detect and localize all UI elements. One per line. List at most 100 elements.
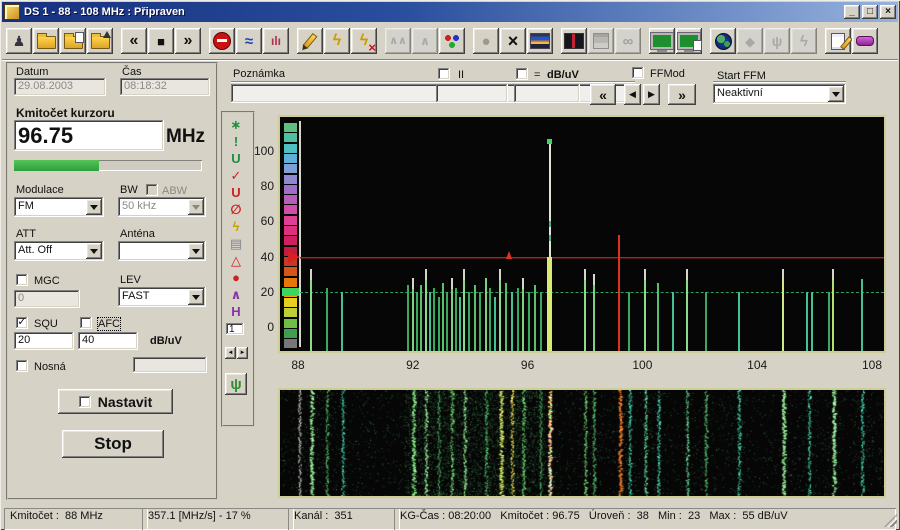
chevron-down-icon[interactable]: [86, 199, 102, 215]
line-chart-button[interactable]: ≈: [236, 28, 262, 54]
waterfall-plot[interactable]: [278, 388, 886, 498]
monitor-button[interactable]: [649, 28, 675, 54]
delete-x-button[interactable]: ×: [500, 28, 526, 54]
mute-blob-button[interactable]: ●: [473, 28, 499, 54]
green-exclamation-icon[interactable]: !: [227, 134, 245, 149]
status-frequency: Kmitočet : 88 MHz: [4, 508, 148, 530]
doc-edit-button[interactable]: [825, 28, 851, 54]
chevron-down-icon[interactable]: [828, 86, 844, 102]
floppy-icon: [593, 33, 609, 49]
stop-square-button[interactable]: ■: [148, 28, 174, 54]
rgb-dots-button[interactable]: [439, 28, 465, 54]
forward-button[interactable]: ▶: [643, 84, 660, 105]
mgc-checkbox[interactable]: [16, 274, 28, 286]
minimize-button[interactable]: _: [844, 5, 860, 19]
globe-button[interactable]: [710, 28, 736, 54]
dbuv-checkbox[interactable]: [516, 68, 528, 80]
red-u-icon[interactable]: U: [227, 185, 245, 200]
nastavit-button[interactable]: Nastavit: [58, 389, 173, 414]
spin-left-button[interactable]: ◄: [225, 347, 236, 359]
stop-sign-button[interactable]: [209, 28, 235, 54]
cursor-freq-label: Kmitočet kurzoru: [16, 106, 115, 120]
x-tick-label: 108: [861, 358, 883, 372]
squ-value[interactable]: 20: [14, 332, 74, 350]
database-icon[interactable]: ▤: [227, 236, 245, 251]
diamond-button[interactable]: ◆: [737, 28, 763, 54]
export-folder-icon: [90, 31, 111, 49]
colorbar-cell: [284, 339, 297, 349]
modulace-combo[interactable]: FM: [14, 197, 104, 217]
y-tick-label: 20: [260, 285, 274, 299]
monitor-doc-button[interactable]: [676, 28, 702, 54]
lev-combo[interactable]: FAST: [118, 287, 206, 307]
binoculars-button[interactable]: ∞: [615, 28, 641, 54]
chevron-down-icon[interactable]: [188, 243, 204, 259]
ii-checkbox[interactable]: [438, 68, 450, 80]
peaks-icon: ∧∧: [389, 34, 407, 47]
stop-button[interactable]: Stop: [62, 430, 164, 458]
antenna-button[interactable]: ψ: [764, 28, 790, 54]
flash-on-button[interactable]: ϟ: [324, 28, 350, 54]
bw-label: BW: [120, 184, 138, 196]
antena-combo[interactable]: [118, 241, 206, 261]
save-folder-button[interactable]: [60, 28, 86, 54]
antenna-plant-button[interactable]: ψ: [225, 373, 247, 395]
datum-label: Datum: [16, 66, 49, 78]
fast-forward-button[interactable]: »: [668, 84, 696, 105]
chevron-down-icon[interactable]: [188, 289, 204, 305]
peak-button[interactable]: ∧: [412, 28, 438, 54]
yellow-flash-icon[interactable]: ϟ: [227, 219, 245, 234]
purple-pill-icon: [856, 36, 874, 46]
equalizer-button[interactable]: ılı: [263, 28, 289, 54]
flash2-icon: ϟ: [800, 32, 808, 50]
spectrum-spike: [479, 292, 482, 351]
colorbar-cell: [284, 226, 297, 235]
waterfall-view2-button[interactable]: [561, 28, 587, 54]
squ-checkbox[interactable]: ✓: [16, 317, 28, 329]
green-u-icon[interactable]: U: [227, 151, 245, 166]
peaks-button[interactable]: ∧∧: [385, 28, 411, 54]
spider-icon[interactable]: ∗: [227, 117, 245, 132]
waterfall-view-button[interactable]: [527, 28, 553, 54]
cursor-freq-value[interactable]: 96.75: [14, 120, 164, 151]
chevron-down-icon[interactable]: [86, 243, 102, 259]
flash-off-button[interactable]: ϟ ×: [351, 28, 377, 54]
floppy-button[interactable]: [588, 28, 614, 54]
att-combo[interactable]: Att. Off: [14, 241, 104, 261]
spectrum-spike: [484, 278, 487, 351]
nastavit-checkbox[interactable]: [78, 395, 91, 408]
afc-value[interactable]: 40: [78, 332, 138, 350]
spectrum-plot[interactable]: [278, 115, 886, 353]
export-folder-button[interactable]: [87, 28, 113, 54]
nosna-checkbox[interactable]: [16, 360, 28, 372]
spectrum-spike: [489, 288, 492, 351]
purple-h-icon[interactable]: H: [227, 304, 245, 319]
ii-input[interactable]: [436, 84, 508, 103]
rewind-button[interactable]: «: [121, 28, 147, 54]
red-check-icon[interactable]: ✓: [227, 168, 245, 183]
fast-back-button[interactable]: «: [590, 84, 616, 105]
channel-step-input[interactable]: 1: [226, 323, 244, 335]
red-threshold-arrow[interactable]: [288, 251, 300, 263]
startffm-combo[interactable]: Neaktivní: [713, 84, 846, 104]
ffmod-checkbox[interactable]: [632, 67, 644, 79]
open-folder-button[interactable]: [33, 28, 59, 54]
flash2-button[interactable]: ϟ: [791, 28, 817, 54]
dbuv-input[interactable]: [514, 84, 580, 103]
purple-pill-button[interactable]: [852, 28, 878, 54]
no-entry-icon[interactable]: ∅: [227, 202, 245, 217]
spectrum-spike: [429, 292, 432, 351]
spin-right-button[interactable]: ►: [237, 347, 248, 359]
edit-pencil-button[interactable]: [297, 28, 323, 54]
warning-triangle-icon[interactable]: △: [227, 253, 245, 268]
afc-checkbox[interactable]: [80, 317, 92, 329]
titlebar[interactable]: DS 1 - 88 - 108 MHz : Připraven _ □ ×: [2, 2, 898, 22]
maximize-button[interactable]: □: [862, 5, 878, 19]
forward-button[interactable]: »: [175, 28, 201, 54]
back-button[interactable]: ◀: [624, 84, 641, 105]
spectrum-spike: [832, 269, 835, 351]
red-dot-icon[interactable]: ●: [227, 270, 245, 285]
close-button[interactable]: ×: [880, 5, 896, 19]
user-session-button[interactable]: ♟: [6, 28, 32, 54]
purple-peak-icon[interactable]: ∧: [227, 287, 245, 302]
